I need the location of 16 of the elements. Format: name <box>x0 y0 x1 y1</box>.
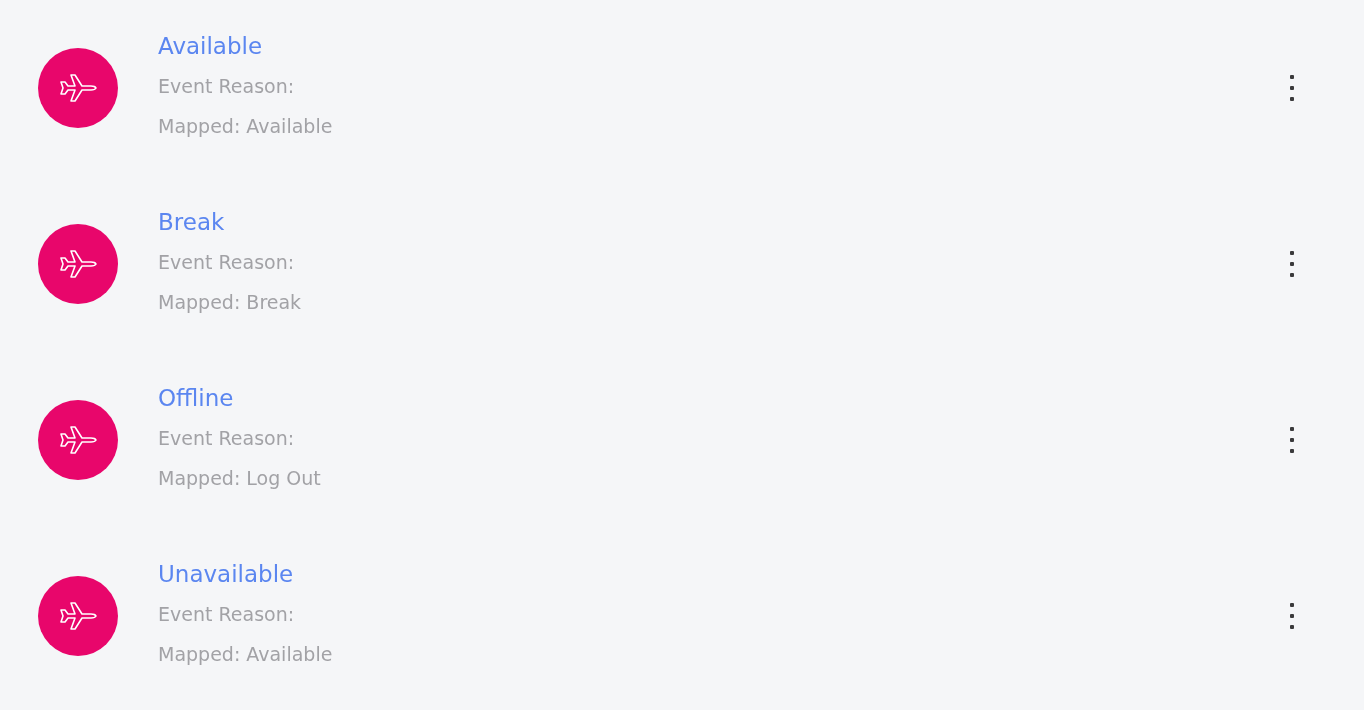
mapped-status: Mapped: Break <box>158 290 303 315</box>
event-title: Offline <box>158 384 235 413</box>
airplane-icon <box>59 73 97 103</box>
airplane-icon <box>59 601 97 631</box>
event-reason: Event Reason: <box>158 74 296 99</box>
mapped-status: Mapped: Available <box>158 114 334 139</box>
event-title: Break <box>158 208 226 237</box>
event-reason: Event Reason: <box>158 426 296 451</box>
event-reason: Event Reason: <box>158 250 296 275</box>
airplane-icon <box>59 249 97 279</box>
mapped-status: Mapped: Available <box>158 642 334 667</box>
mapped-status: Mapped: Log Out <box>158 466 322 491</box>
event-reason: Event Reason: <box>158 602 296 627</box>
event-title: Unavailable <box>158 560 295 589</box>
event-title: Available <box>158 32 264 61</box>
airplane-icon <box>59 425 97 455</box>
